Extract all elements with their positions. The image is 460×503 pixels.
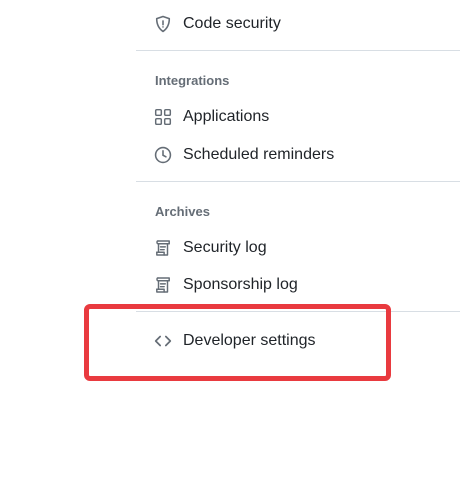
- divider: [136, 50, 460, 51]
- sidebar-item-applications[interactable]: Applications: [154, 102, 269, 132]
- sidebar-item-security-log[interactable]: Security log: [154, 233, 267, 263]
- sidebar-item-label: Applications: [183, 108, 270, 125]
- divider: [136, 181, 460, 182]
- sidebar-item-label: Scheduled reminders: [183, 146, 335, 163]
- log-icon: [154, 239, 172, 257]
- section-heading-archives: Archives: [155, 204, 210, 219]
- log-icon: [154, 276, 172, 294]
- sidebar-item-label: Security log: [183, 239, 267, 256]
- shield-icon: [154, 15, 172, 33]
- sidebar-item-sponsorship-log[interactable]: Sponsorship log: [154, 270, 298, 300]
- clock-icon: [154, 146, 172, 164]
- section-heading-integrations: Integrations: [155, 73, 230, 88]
- sidebar-item-code-security[interactable]: Code security: [154, 9, 281, 39]
- sidebar-item-label: Code security: [183, 15, 281, 32]
- sidebar-item-label: Sponsorship log: [183, 276, 298, 293]
- sidebar-item-scheduled-reminders[interactable]: Scheduled reminders: [154, 140, 334, 170]
- settings-page: Code security Integrations Applications: [0, 0, 460, 503]
- apps-grid-icon: [154, 108, 172, 126]
- highlight-annotation-box: [84, 304, 391, 381]
